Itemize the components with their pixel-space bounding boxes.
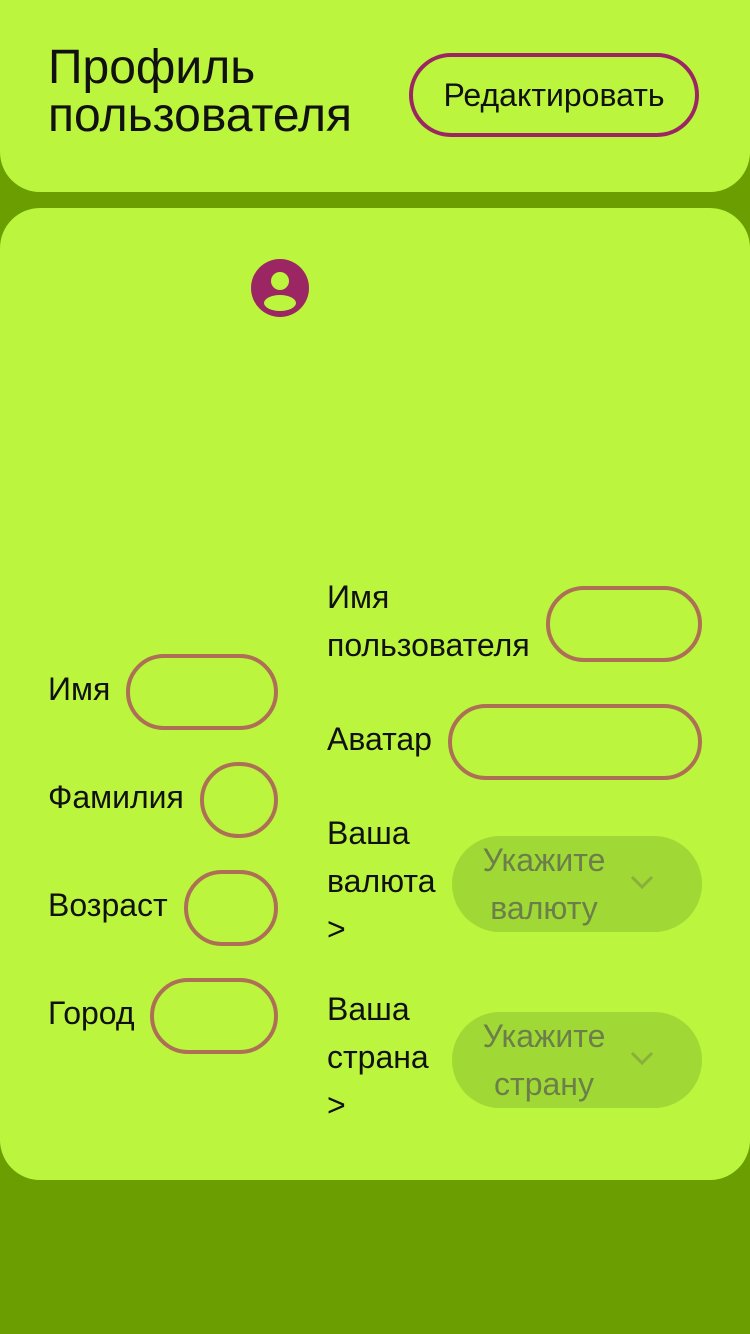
currency-select[interactable]: Укажите валюту (452, 836, 702, 932)
currency-label: Ваша валюта > (327, 815, 436, 947)
edit-button[interactable]: Редактировать (409, 53, 699, 137)
country-select[interactable]: Укажите страну (452, 1012, 702, 1108)
age-label: Возраст (48, 887, 168, 923)
currency-placeholder: Укажите валюту (482, 842, 606, 926)
city-field[interactable] (150, 978, 278, 1054)
first-name-field[interactable] (126, 654, 278, 730)
city-label: Город (48, 995, 135, 1031)
country-label: Ваша страна > (327, 991, 429, 1123)
header-card: Профиль пользователя Редактировать (0, 0, 750, 192)
last-name-label: Фамилия (48, 779, 184, 815)
chevron-down-icon (630, 875, 654, 890)
user-avatar-icon (251, 259, 309, 317)
chevron-down-icon (630, 1051, 654, 1066)
avatar-field[interactable] (448, 704, 702, 780)
first-name-label: Имя (48, 671, 111, 707)
username-field[interactable] (546, 586, 702, 662)
page-title: Профиль пользователя (48, 41, 352, 142)
last-name-field[interactable] (200, 762, 278, 838)
avatar-label: Аватар (327, 721, 432, 757)
username-label: Имя пользователя (327, 579, 530, 663)
country-placeholder: Укажите страну (482, 1018, 606, 1102)
age-field[interactable] (184, 870, 278, 946)
